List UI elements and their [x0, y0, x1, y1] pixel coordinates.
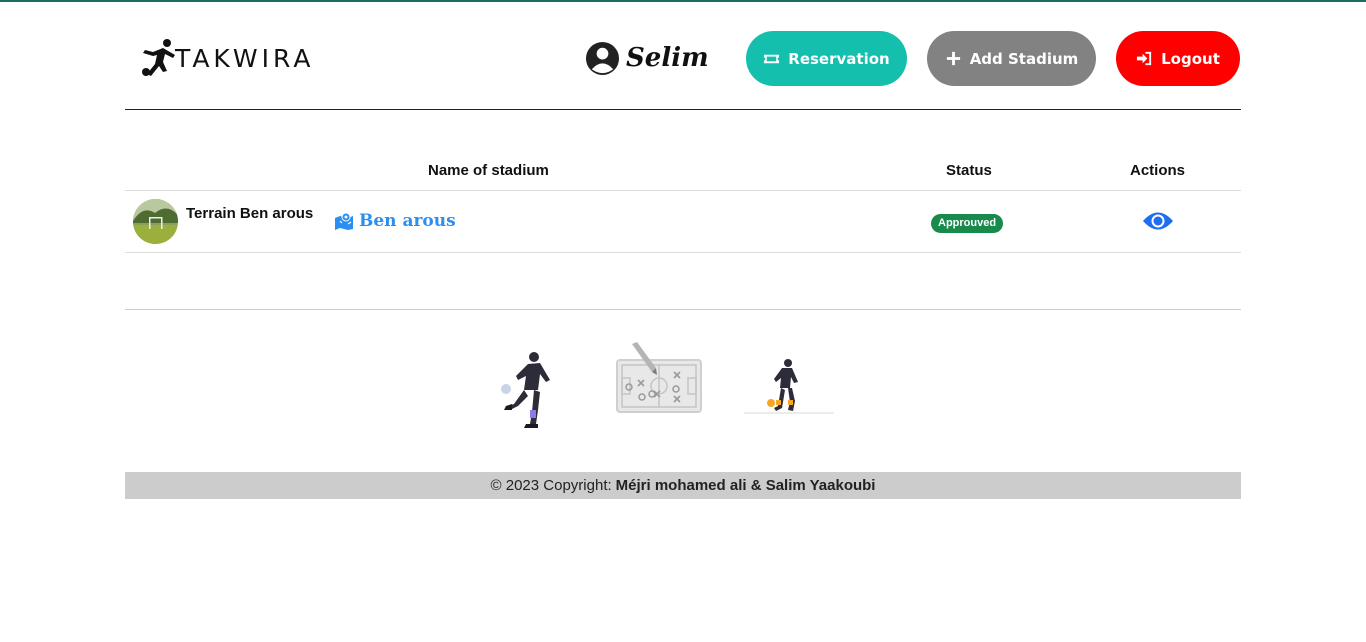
logout-label: Logout — [1161, 49, 1220, 68]
map-location-icon — [335, 212, 353, 230]
copyright-authors: Méjri mohamed ali & Salim Yaakoubi — [615, 477, 876, 494]
table-header: Name of stadium Status Actions — [125, 150, 1241, 191]
tactics-board-illustration — [616, 342, 702, 413]
user-profile[interactable]: Selim — [585, 40, 709, 76]
reservation-label: Reservation — [788, 49, 890, 68]
user-circle-icon — [585, 41, 620, 75]
copyright-prefix: © 2023 Copyright: — [490, 477, 612, 494]
stadium-location-text: Ben arous — [359, 211, 456, 231]
content-divider — [125, 309, 1241, 310]
logo-text: TAKWIRA — [175, 43, 315, 73]
status-badge: Approuved — [931, 214, 1004, 233]
header: TAKWIRA Selim Reservation Add Stadium Lo… — [125, 20, 1241, 110]
header-status: Status — [946, 162, 992, 179]
stadium-photo — [133, 199, 178, 244]
footer: © 2023 Copyright: Méjri mohamed ali & Sa… — [125, 472, 1241, 499]
sign-in-icon — [1137, 51, 1152, 66]
header-name-of-stadium: Name of stadium — [428, 162, 549, 179]
ticket-icon — [764, 54, 780, 64]
user-name: Selim — [626, 43, 709, 73]
reservation-button[interactable]: Reservation — [746, 31, 907, 86]
plus-icon — [946, 51, 960, 66]
top-accent-line — [0, 0, 1366, 2]
stadium-table: Name of stadium Status Actions Terrain B… — [125, 150, 1241, 253]
eye-icon[interactable] — [1142, 210, 1174, 232]
logout-button[interactable]: Logout — [1116, 31, 1240, 86]
footballer-juggling-illustration — [501, 352, 550, 428]
stadium-name: Terrain Ben arous — [186, 205, 314, 222]
brand-logo[interactable]: TAKWIRA — [137, 36, 393, 80]
stadium-avatar — [133, 199, 178, 244]
stadium-location-link[interactable]: Ben arous — [334, 211, 456, 231]
add-stadium-label: Add Stadium — [969, 49, 1079, 68]
add-stadium-button[interactable]: Add Stadium — [927, 31, 1096, 86]
table-row: Terrain Ben arous Ben arous Approuved — [125, 191, 1241, 253]
header-actions: Actions — [1130, 162, 1186, 179]
footballer-kick-illustration — [744, 359, 834, 414]
